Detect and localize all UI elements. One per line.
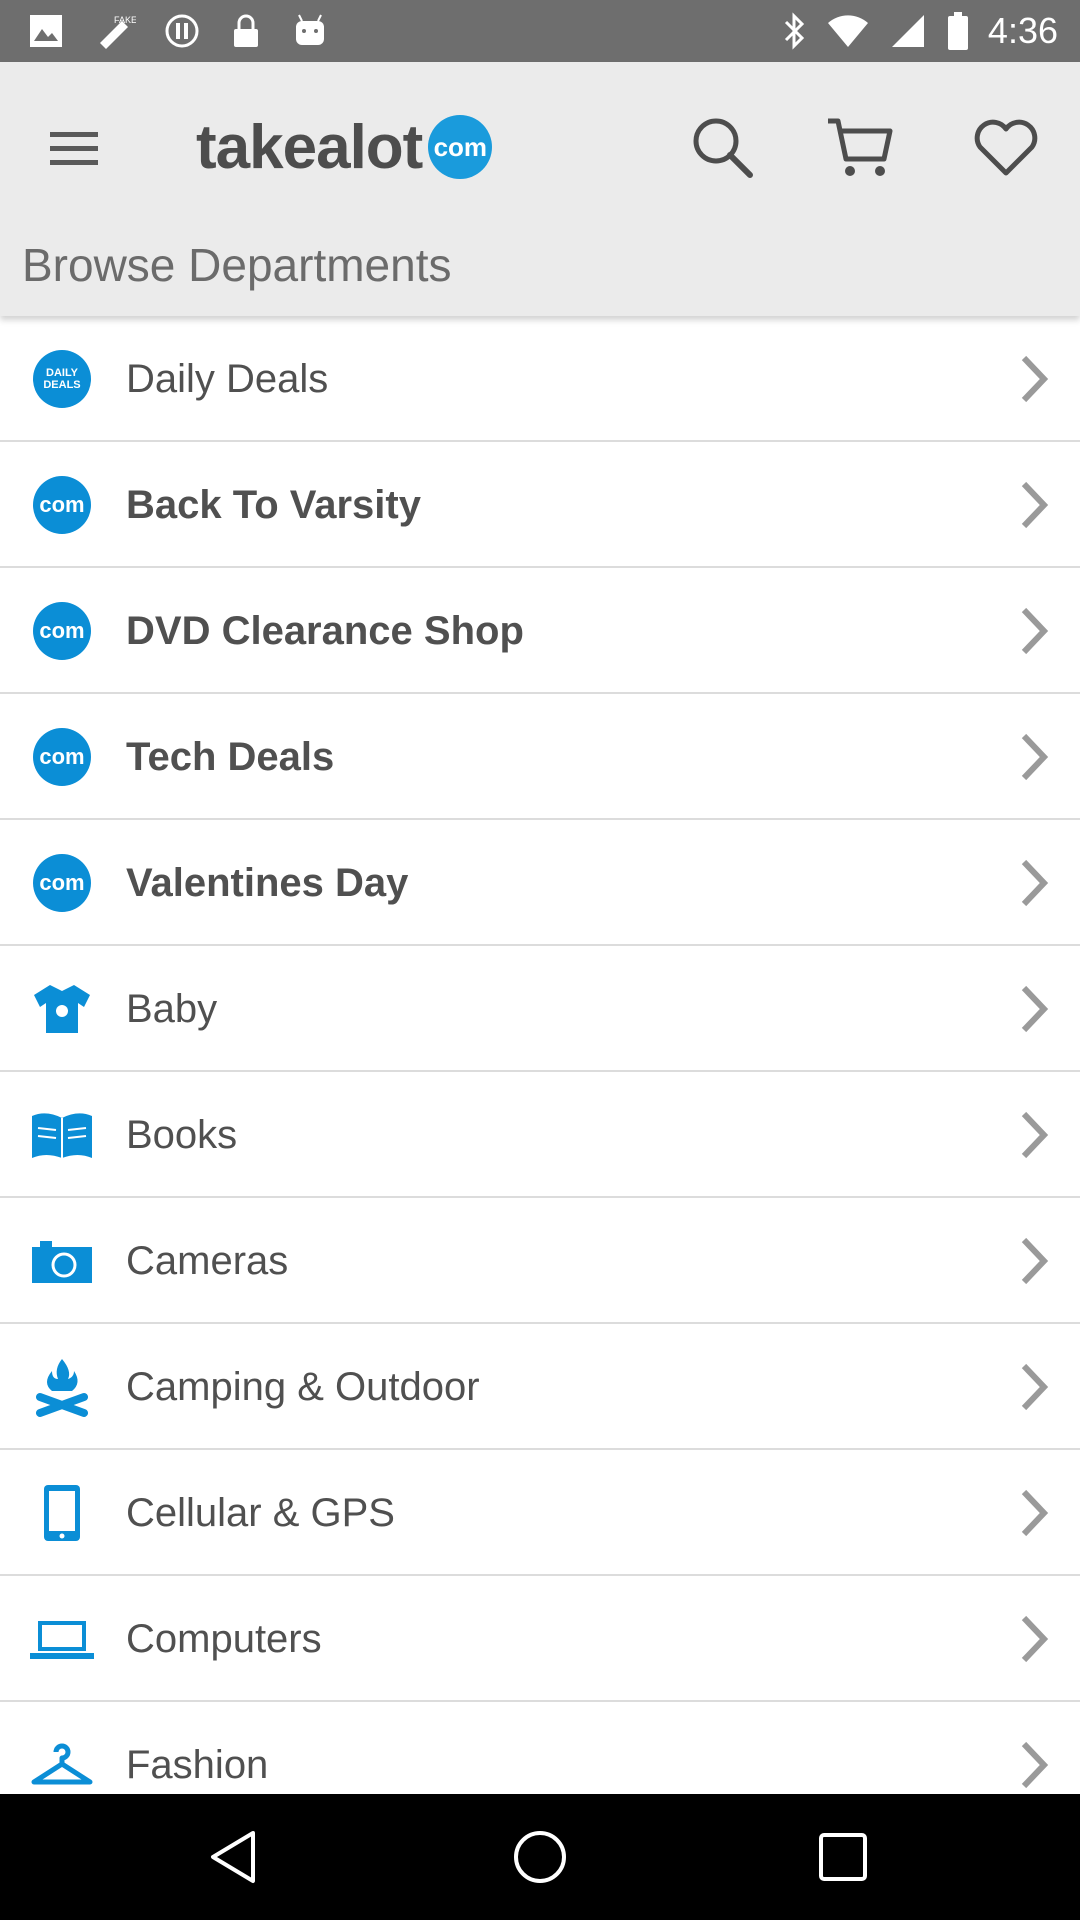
chevron-right-icon (1021, 607, 1049, 655)
heart-icon (974, 119, 1038, 176)
department-row-fashion[interactable]: Fashion (0, 1702, 1080, 1794)
chevron-right-icon (1021, 1363, 1049, 1411)
search-button[interactable] (680, 102, 764, 192)
pause-circle-icon (165, 14, 199, 48)
campfire-icon (30, 1357, 94, 1417)
chevron-right-icon (1021, 1489, 1049, 1537)
image-icon (30, 15, 62, 47)
camera-icon (30, 1231, 94, 1291)
home-icon (514, 1831, 566, 1883)
department-label: Fashion (126, 1743, 269, 1787)
department-row-back-to-varsity[interactable]: com Back To Varsity (0, 442, 1080, 568)
daily-deals-icon: DAILY DEALS (30, 349, 94, 409)
chevron-right-icon (1021, 1237, 1049, 1285)
chevron-right-icon (1021, 1741, 1049, 1789)
com-icon: com (30, 853, 94, 913)
app-bar: takealot com Browse Departments (0, 62, 1080, 316)
menu-button[interactable] (44, 118, 104, 178)
back-icon (211, 1831, 255, 1883)
chevron-right-icon (1021, 1111, 1049, 1159)
department-row-daily-deals[interactable]: DAILY DEALS Daily Deals (0, 316, 1080, 442)
notification-icons: FAKE (26, 10, 330, 52)
takealot-logo[interactable]: takealot com (196, 102, 493, 192)
logo-text: takealot (196, 112, 423, 182)
back-button[interactable] (200, 1822, 270, 1892)
department-row-dvd-clearance-shop[interactable]: com DVD Clearance Shop (0, 568, 1080, 694)
department-row-baby[interactable]: Baby (0, 946, 1080, 1072)
bluetooth-icon (784, 12, 805, 50)
chevron-right-icon (1021, 985, 1049, 1033)
department-label: Valentines Day (126, 861, 409, 905)
clock: 4:36 (987, 10, 1058, 51)
department-label: Tech Deals (126, 735, 335, 779)
status-bar: FAKE 4:36 (0, 0, 1080, 62)
cart-button[interactable] (818, 102, 902, 192)
department-label: DVD Clearance Shop (126, 609, 524, 653)
fake-gps-icon: FAKE (100, 15, 136, 49)
book-icon (30, 1105, 94, 1165)
department-label: Back To Varsity (126, 483, 421, 527)
department-row-camping-outdoor[interactable]: Camping & Outdoor (0, 1324, 1080, 1450)
battery-icon (947, 12, 968, 50)
com-icon: com (30, 601, 94, 661)
signal-icon (891, 15, 924, 47)
department-row-books[interactable]: Books (0, 1072, 1080, 1198)
department-row-cellular-gps[interactable]: Cellular & GPS (0, 1450, 1080, 1576)
hamburger-icon (50, 132, 98, 165)
department-row-computers[interactable]: Computers (0, 1576, 1080, 1702)
phone-icon (30, 1483, 94, 1543)
chevron-right-icon (1021, 1615, 1049, 1663)
chevron-right-icon (1021, 355, 1049, 403)
recent-apps-icon (819, 1833, 867, 1881)
home-button[interactable] (505, 1822, 575, 1892)
department-label: Daily Deals (126, 357, 329, 401)
department-label: Cellular & GPS (126, 1491, 395, 1535)
page-title: Browse Departments (22, 239, 452, 291)
wishlist-button[interactable] (964, 102, 1048, 192)
department-label: Books (126, 1113, 238, 1157)
lock-icon (234, 14, 258, 47)
department-row-cameras[interactable]: Cameras (0, 1198, 1080, 1324)
chevron-right-icon (1021, 481, 1049, 529)
department-label: Cameras (126, 1239, 289, 1283)
departments-list: DAILY DEALS Daily Deals com Back To Varsi… (0, 316, 1080, 1794)
laptop-icon (30, 1609, 94, 1669)
department-label: Computers (126, 1617, 322, 1661)
department-label: Camping & Outdoor (126, 1365, 480, 1409)
chevron-right-icon (1021, 733, 1049, 781)
logo-badge: com (428, 115, 493, 179)
svg-text:FAKE: FAKE (114, 15, 136, 25)
wifi-icon (827, 15, 868, 47)
recent-apps-button[interactable] (808, 1822, 878, 1892)
android-icon (296, 14, 324, 45)
cart-icon (828, 118, 893, 176)
hanger-icon (30, 1735, 94, 1794)
department-row-valentines-day[interactable]: com Valentines Day (0, 820, 1080, 946)
navigation-bar (0, 1794, 1080, 1920)
department-row-tech-deals[interactable]: com Tech Deals (0, 694, 1080, 820)
com-icon: com (30, 727, 94, 787)
baby-onesie-icon (30, 979, 94, 1039)
com-icon: com (30, 475, 94, 535)
system-icons: 4:36 (780, 8, 1058, 54)
chevron-right-icon (1021, 859, 1049, 907)
department-label: Baby (126, 987, 218, 1031)
search-icon (693, 118, 753, 178)
